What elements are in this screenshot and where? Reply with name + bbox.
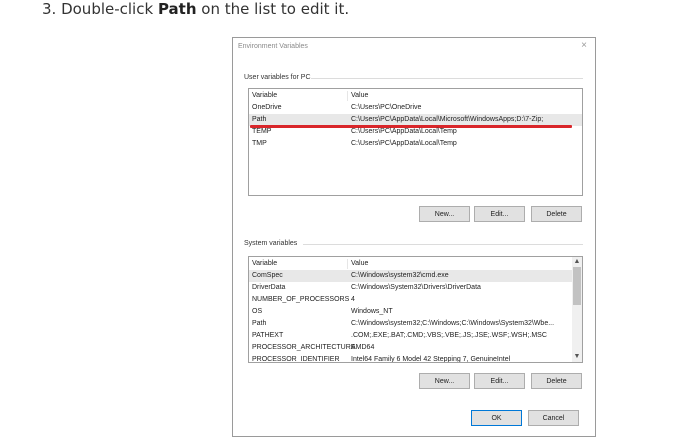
- system-var-value: .COM;.EXE;.BAT;.CMD;.VBS;.VBE;.JS;.JSE;.…: [351, 332, 547, 339]
- system-new-button[interactable]: New...: [419, 373, 470, 389]
- instruction-suffix: on the list to edit it.: [196, 0, 350, 18]
- list-header: Variable Value: [249, 258, 573, 270]
- system-var-value: C:\Windows\system32\cmd.exe: [351, 272, 449, 279]
- header-divider: [347, 259, 348, 269]
- system-var-value: C:\Windows\System32\Drivers\DriverData: [351, 284, 481, 291]
- user-group-divider: [311, 78, 583, 79]
- system-var-value: Windows_NT: [351, 308, 393, 315]
- system-row[interactable]: DriverData C:\Windows\System32\Drivers\D…: [249, 282, 573, 294]
- scroll-down-icon[interactable]: ▼: [572, 352, 582, 362]
- user-var-value: C:\Users\PC\AppData\Local\Temp: [351, 140, 457, 147]
- cancel-button[interactable]: Cancel: [528, 410, 579, 426]
- system-row[interactable]: PATHEXT .COM;.EXE;.BAT;.CMD;.VBS;.VBE;.J…: [249, 330, 573, 342]
- system-row[interactable]: OS Windows_NT: [249, 306, 573, 318]
- system-var-name: ComSpec: [252, 272, 283, 279]
- ok-button[interactable]: OK: [471, 410, 522, 426]
- system-var-name: PROCESSOR_IDENTIFIER: [252, 356, 340, 363]
- system-row[interactable]: Path C:\Windows\system32;C:\Windows;C:\W…: [249, 318, 573, 330]
- user-var-name: TEMP: [252, 128, 272, 135]
- user-var-value: C:\Users\PC\OneDrive: [351, 104, 422, 111]
- user-delete-button[interactable]: Delete: [531, 206, 582, 222]
- header-variable[interactable]: Variable: [252, 90, 277, 102]
- user-edit-button[interactable]: Edit...: [474, 206, 525, 222]
- title-bar: Environment Variables ×: [233, 38, 595, 56]
- header-value[interactable]: Value: [351, 90, 368, 102]
- scroll-up-icon[interactable]: ▲: [572, 257, 582, 267]
- user-new-button[interactable]: New...: [419, 206, 470, 222]
- close-icon[interactable]: ×: [579, 41, 589, 51]
- scroll-thumb[interactable]: [573, 267, 581, 305]
- user-var-name: TMP: [252, 140, 267, 147]
- environment-variables-dialog: Environment Variables × User variables f…: [232, 37, 596, 437]
- system-row[interactable]: PROCESSOR_IDENTIFIER Intel64 Family 6 Mo…: [249, 354, 573, 363]
- system-row[interactable]: ComSpec C:\Windows\system32\cmd.exe: [249, 270, 573, 282]
- system-group-divider: [303, 244, 583, 245]
- system-var-value: 4: [351, 296, 355, 303]
- header-divider: [347, 91, 348, 101]
- system-edit-button[interactable]: Edit...: [474, 373, 525, 389]
- system-var-name: DriverData: [252, 284, 286, 291]
- user-var-value: C:\Users\PC\AppData\Local\Temp: [351, 128, 457, 135]
- system-delete-button[interactable]: Delete: [531, 373, 582, 389]
- system-list-scrollbar[interactable]: ▲ ▼: [572, 257, 582, 362]
- user-row-onedrive[interactable]: OneDrive C:\Users\PC\OneDrive: [249, 102, 582, 114]
- system-row[interactable]: PROCESSOR_ARCHITECTURE AMD64: [249, 342, 573, 354]
- system-var-name: PROCESSOR_ARCHITECTURE: [252, 344, 356, 351]
- system-var-name: NUMBER_OF_PROCESSORS: [252, 296, 350, 303]
- system-var-name: OS: [252, 308, 263, 315]
- list-header: Variable Value: [249, 90, 582, 102]
- instruction-text: 3. Double-click Path on the list to edit…: [42, 0, 349, 18]
- system-var-value: Intel64 Family 6 Model 42 Stepping 7, Ge…: [351, 356, 511, 363]
- user-row-temp[interactable]: TEMP C:\Users\PC\AppData\Local\Temp: [249, 126, 582, 138]
- system-row[interactable]: NUMBER_OF_PROCESSORS 4: [249, 294, 573, 306]
- system-var-value: C:\Windows\system32;C:\Windows;C:\Window…: [351, 320, 555, 327]
- instruction-prefix: 3. Double-click: [42, 0, 158, 18]
- system-var-name: Path: [252, 320, 267, 327]
- user-var-name: OneDrive: [252, 104, 282, 111]
- instruction-bold: Path: [157, 0, 197, 18]
- system-var-name: PATHEXT: [252, 332, 284, 339]
- user-row-tmp[interactable]: TMP C:\Users\PC\AppData\Local\Temp: [249, 138, 582, 150]
- dialog-title: Environment Variables: [238, 43, 308, 50]
- user-variables-label: User variables for PC: [244, 74, 311, 81]
- header-variable[interactable]: Variable: [252, 258, 277, 270]
- system-variables-label: System variables: [244, 240, 298, 247]
- system-variables-list[interactable]: Variable Value ComSpec C:\Windows\system…: [248, 256, 583, 363]
- system-var-value: AMD64: [351, 344, 375, 351]
- user-variables-list[interactable]: Variable Value OneDrive C:\Users\PC\OneD…: [248, 88, 583, 196]
- header-value[interactable]: Value: [351, 258, 368, 270]
